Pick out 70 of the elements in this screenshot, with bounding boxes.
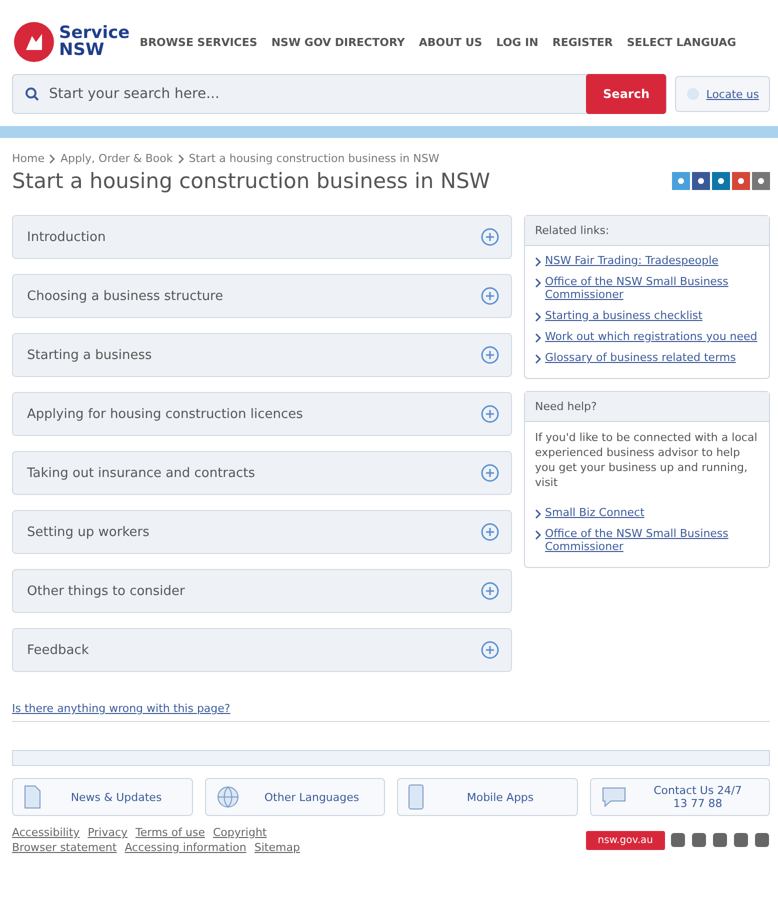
search-button[interactable]: Search bbox=[586, 74, 666, 114]
footer-link[interactable]: Privacy bbox=[88, 826, 128, 839]
accordion-item[interactable]: Choosing a business structure bbox=[12, 274, 512, 318]
chevron-icon bbox=[535, 509, 541, 519]
footer-link[interactable]: Terms of use bbox=[136, 826, 205, 839]
chat-icon bbox=[600, 786, 626, 808]
chevron-icon bbox=[535, 333, 541, 343]
chevron-icon bbox=[535, 312, 541, 322]
nav-link[interactable]: ABOUT US bbox=[418, 36, 482, 48]
plus-circle-icon bbox=[481, 287, 499, 305]
feedback-link[interactable]: Is there anything wrong with this page? bbox=[12, 702, 770, 722]
nav-link[interactable]: REGISTER bbox=[552, 36, 613, 48]
locate-link[interactable]: Locate us bbox=[675, 76, 770, 112]
document-icon bbox=[23, 785, 41, 809]
location-icon bbox=[686, 87, 700, 101]
related-link[interactable]: NSW Fair Trading: Tradespeople bbox=[545, 254, 718, 267]
accordion-item[interactable]: Feedback bbox=[12, 628, 512, 672]
panel-title: Need help? bbox=[525, 392, 769, 422]
search-icon bbox=[25, 87, 39, 101]
footer-tile[interactable]: Mobile Apps bbox=[397, 778, 578, 816]
accordion-item[interactable]: Introduction bbox=[12, 215, 512, 259]
plus-circle-icon bbox=[481, 582, 499, 600]
related-link[interactable]: Work out which registrations you need bbox=[545, 330, 758, 343]
phone-icon bbox=[408, 784, 424, 810]
nav-link[interactable]: BROWSE SERVICES bbox=[140, 36, 258, 48]
footer-tile[interactable]: Contact Us 24/7 13 77 88 bbox=[590, 778, 770, 816]
help-link[interactable]: Small Biz Connect bbox=[545, 506, 644, 519]
footer-tile[interactable]: Other Languages bbox=[204, 778, 385, 816]
plus-circle-icon bbox=[481, 523, 499, 541]
page-title: Start a housing construction business in NSW bbox=[12, 169, 490, 193]
panel-title: Related links: bbox=[525, 216, 769, 246]
gov-badge[interactable]: nsw.gov.au bbox=[586, 830, 665, 850]
plus-circle-icon bbox=[481, 641, 499, 659]
footer-link[interactable]: Sitemap bbox=[254, 841, 300, 854]
breadcrumb-item: Start a housing construction business in NSW bbox=[188, 152, 440, 165]
search-field[interactable]: Start your search here... Search bbox=[12, 74, 668, 114]
nav-link[interactable]: SELECT LANGUAG bbox=[626, 36, 736, 48]
nav-link[interactable]: LOG IN bbox=[496, 36, 538, 48]
logo-icon bbox=[12, 20, 56, 64]
accordion-item[interactable]: Taking out insurance and contracts bbox=[12, 451, 512, 495]
chevron-icon bbox=[535, 278, 541, 288]
chevron-icon bbox=[49, 154, 56, 164]
breadcrumb-item[interactable]: Home bbox=[12, 152, 44, 165]
footer-tile[interactable]: News & Updates bbox=[12, 778, 192, 816]
help-text: If you'd like to be connected with a local experienced business advisor to help you get your business up and running, visit bbox=[534, 430, 758, 491]
help-link[interactable]: Office of the NSW Small Business Commissioner bbox=[545, 527, 759, 553]
chevron-icon bbox=[535, 257, 541, 267]
related-link[interactable]: Starting a business checklist bbox=[545, 309, 702, 322]
footer-link[interactable]: Accessing information bbox=[124, 841, 246, 854]
breadcrumb-item[interactable]: Apply, Order & Book bbox=[60, 152, 173, 165]
plus-circle-icon bbox=[481, 405, 499, 423]
chevron-icon bbox=[178, 154, 184, 164]
nav-link[interactable]: NSW GOV DIRECTORY bbox=[271, 36, 405, 48]
chevron-icon bbox=[535, 354, 541, 364]
accordion-item[interactable]: Setting up workers bbox=[12, 510, 512, 554]
logo-text: Service bbox=[59, 25, 130, 42]
related-link[interactable]: Office of the NSW Small Business Commissioner bbox=[545, 275, 759, 301]
footer-link[interactable]: Copyright bbox=[212, 826, 267, 839]
related-link[interactable]: Glossary of business related terms bbox=[545, 351, 736, 364]
accordion-item[interactable]: Applying for housing construction licences bbox=[12, 392, 512, 436]
accordion-item[interactable]: Starting a business bbox=[12, 333, 512, 377]
chevron-icon bbox=[535, 530, 541, 540]
plus-circle-icon bbox=[481, 346, 499, 364]
plus-circle-icon bbox=[481, 228, 499, 246]
globe-icon bbox=[216, 785, 240, 809]
accordion-item[interactable]: Other things to consider bbox=[12, 569, 512, 613]
footer-link[interactable]: Accessibility bbox=[12, 826, 80, 839]
footer-link[interactable]: Browser statement bbox=[12, 841, 117, 854]
logo-text: NSW bbox=[59, 42, 106, 59]
plus-circle-icon bbox=[481, 464, 499, 482]
